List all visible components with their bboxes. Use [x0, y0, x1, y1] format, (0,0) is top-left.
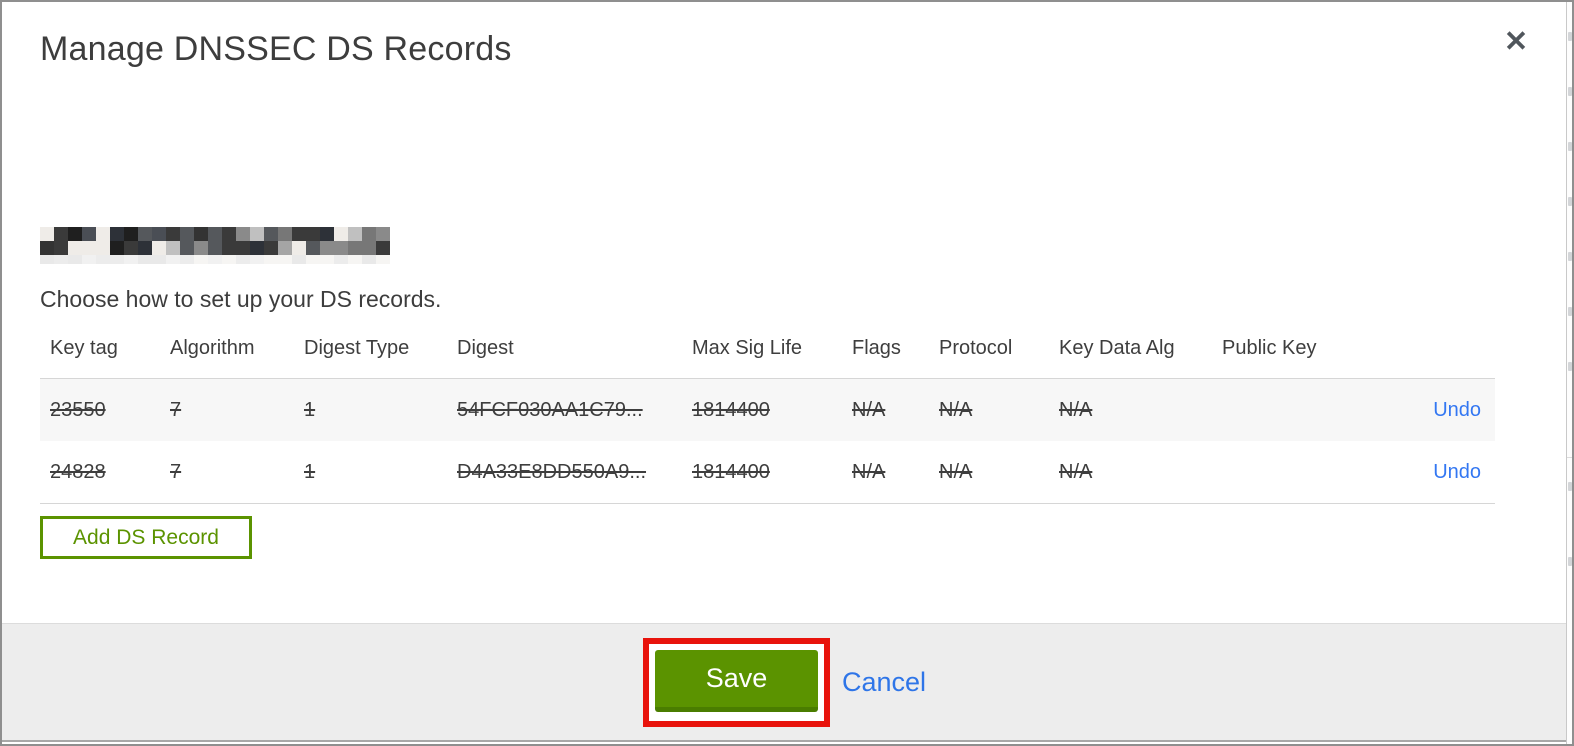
cancel-link[interactable]: Cancel	[842, 667, 926, 698]
cell-digest: D4A33E8DD550A9...	[457, 460, 647, 483]
save-button[interactable]: Save	[655, 650, 818, 712]
table-row: 24828 7 1 D4A33E8DD550A9... 1814400 N/A …	[40, 441, 1495, 503]
column-header-key-tag: Key tag	[50, 337, 118, 359]
dialog-footer: Save Cancel	[2, 623, 1566, 742]
column-header-public-key: Public Key	[1222, 337, 1317, 359]
column-header-protocol: Protocol	[939, 337, 1013, 359]
cell-protocol: N/A	[939, 460, 973, 483]
column-header-key-data-alg: Key Data Alg	[1059, 337, 1175, 359]
undo-link[interactable]: Undo	[1433, 399, 1481, 421]
cell-key-tag: 23550	[50, 398, 106, 421]
undo-link[interactable]: Undo	[1433, 461, 1481, 483]
cell-key-tag: 24828	[50, 460, 106, 483]
cell-digest-type: 1	[304, 460, 316, 483]
background-page-sliver	[1566, 2, 1572, 744]
cell-digest: 54FCF030AA1C79...	[457, 398, 643, 421]
column-header-algorithm: Algorithm	[170, 337, 255, 359]
cell-flags: N/A	[852, 460, 886, 483]
column-header-actions	[1405, 332, 1495, 337]
table-row: 23550 7 1 54FCF030AA1C79... 1814400 N/A …	[40, 379, 1495, 441]
cell-flags: N/A	[852, 398, 886, 421]
cell-algorithm: 7	[170, 398, 182, 421]
column-header-digest: Digest	[457, 337, 514, 359]
cell-key-data-alg: N/A	[1059, 398, 1093, 421]
close-icon[interactable]: ✕	[1496, 22, 1536, 62]
cell-digest-type: 1	[304, 398, 316, 421]
add-ds-record-button[interactable]: Add DS Record	[40, 516, 252, 559]
cell-protocol: N/A	[939, 398, 973, 421]
column-header-max-sig-life: Max Sig Life	[692, 337, 803, 359]
column-header-flags: Flags	[852, 337, 901, 359]
ds-records-table: Key tag Algorithm Digest Type Digest Max…	[40, 332, 1495, 504]
cell-key-data-alg: N/A	[1059, 460, 1093, 483]
table-body: 23550 7 1 54FCF030AA1C79... 1814400 N/A …	[40, 378, 1495, 504]
page-title: Manage DNSSEC DS Records	[40, 30, 512, 68]
redacted-domain-name	[40, 227, 390, 264]
cell-max-sig-life: 1814400	[692, 460, 770, 483]
footer-actions: Save Cancel	[643, 638, 926, 727]
table-header-row: Key tag Algorithm Digest Type Digest Max…	[40, 332, 1495, 378]
cell-algorithm: 7	[170, 460, 182, 483]
intro-text: Choose how to set up your DS records.	[40, 286, 442, 312]
column-header-digest-type: Digest Type	[304, 337, 410, 359]
cell-max-sig-life: 1814400	[692, 398, 770, 421]
save-highlight-annotation: Save	[643, 638, 830, 727]
dnssec-modal: Manage DNSSEC DS Records ✕ Choose how to…	[0, 0, 1574, 746]
